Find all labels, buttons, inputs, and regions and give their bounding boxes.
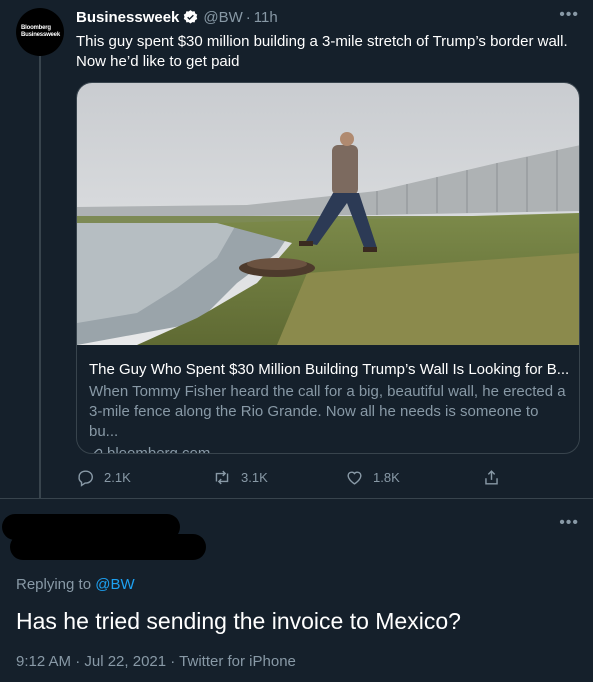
retweet-button[interactable]: 3.1K xyxy=(212,468,268,487)
like-count: 1.8K xyxy=(373,470,400,485)
card-title[interactable]: The Guy Who Spent $30 Million Building T… xyxy=(89,360,569,380)
share-icon xyxy=(485,470,498,485)
tweet-text: This guy spent $30 million building a 3-… xyxy=(76,33,568,70)
card-description: When Tommy Fisher heard the call for a b… xyxy=(89,383,566,440)
reply-count: 2.1K xyxy=(104,470,131,485)
reply-icon xyxy=(78,470,93,487)
like-button[interactable]: 1.8K xyxy=(345,468,400,487)
reply-more-icon[interactable]: ••• xyxy=(559,514,579,532)
display-name[interactable]: Businessweek xyxy=(76,9,179,26)
card-body: The Guy Who Spent $30 Million Building T… xyxy=(89,360,569,454)
tweet-actions: 2.1K 3.1K 1.8K xyxy=(76,468,516,488)
reply-button[interactable]: 2.1K xyxy=(76,468,131,487)
share-button[interactable] xyxy=(482,468,510,487)
retweet-icon xyxy=(215,470,229,485)
retweet-count: 3.1K xyxy=(241,470,268,485)
handle[interactable]: @BW xyxy=(203,9,242,26)
replying-to: Replying to @BW xyxy=(16,576,135,593)
thread-connector-line xyxy=(39,56,41,498)
avatar-line-1: Bloomberg xyxy=(21,25,51,31)
verified-badge-icon xyxy=(184,10,198,24)
replying-prefix: Replying to xyxy=(16,576,92,593)
reply-text: Has he tried sending the invoice to Mexi… xyxy=(16,608,461,634)
replying-handle[interactable]: @BW xyxy=(95,576,134,593)
redaction-scribble xyxy=(10,534,206,560)
card-domain-label: bloomberg.com xyxy=(107,445,211,454)
tweet-header: Businessweek @BW · 11h xyxy=(76,9,278,26)
reply-metadata: 9:12 AM · Jul 22, 2021 · Twitter for iPh… xyxy=(16,653,296,670)
avatar-line-2: Businessweek xyxy=(21,32,60,38)
avatar[interactable]: Bloomberg Businessweek xyxy=(16,8,64,56)
heart-icon xyxy=(347,471,362,485)
more-icon[interactable]: ••• xyxy=(559,6,579,24)
tweet-divider xyxy=(0,498,593,499)
link-card[interactable]: The Guy Who Spent $30 Million Building T… xyxy=(76,82,580,454)
link-icon xyxy=(93,448,103,453)
separator: · xyxy=(245,9,251,26)
card-domain[interactable]: bloomberg.com xyxy=(89,444,569,454)
card-image xyxy=(77,83,579,345)
timestamp[interactable]: 11h xyxy=(254,9,278,26)
